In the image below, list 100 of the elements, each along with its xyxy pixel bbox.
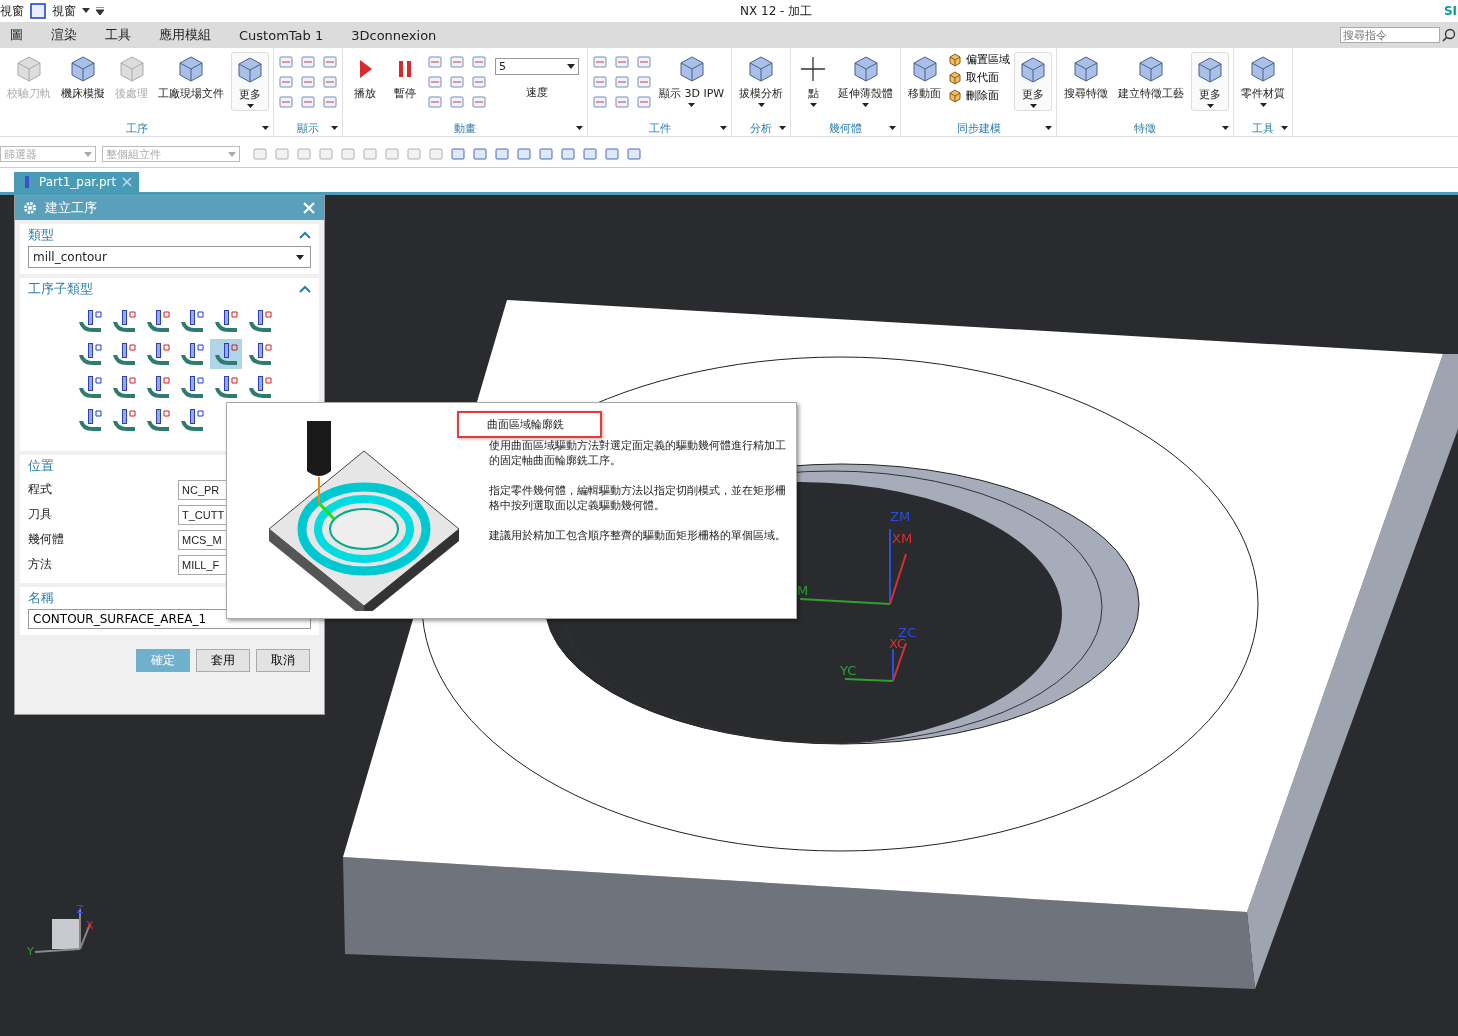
caret-icon[interactable] — [262, 126, 269, 130]
square-icon[interactable] — [636, 74, 652, 90]
square-icon[interactable] — [592, 74, 608, 90]
square-icon[interactable] — [278, 54, 294, 70]
operation-type-icon[interactable] — [210, 339, 242, 369]
menu-tab[interactable]: 圖 — [0, 26, 33, 44]
caret-icon[interactable] — [889, 126, 897, 130]
square-icon[interactable] — [278, 94, 294, 110]
menu-tab[interactable]: CustomTab 1 — [229, 27, 334, 43]
square-icon[interactable] — [450, 146, 466, 162]
ribbon-button[interactable]: 顯示 3D IPW — [656, 52, 728, 109]
ribbon-button[interactable]: 機床模擬 — [58, 52, 108, 103]
square-icon[interactable] — [406, 146, 422, 162]
caret-icon[interactable] — [576, 126, 583, 130]
square-icon[interactable] — [592, 94, 608, 110]
menu-tab[interactable]: 渲染 — [41, 26, 87, 44]
caret-icon[interactable] — [1222, 126, 1230, 130]
square-icon[interactable] — [427, 94, 443, 110]
ribbon-button[interactable]: 零件材質 — [1238, 52, 1289, 109]
cube-icon — [948, 52, 963, 67]
square-icon[interactable] — [592, 54, 608, 70]
square-icon[interactable] — [604, 146, 620, 162]
square-icon[interactable] — [471, 74, 487, 90]
square-icon[interactable] — [449, 54, 465, 70]
dialog-button[interactable]: 套用 — [196, 649, 250, 672]
square-icon[interactable] — [494, 146, 510, 162]
caret-icon[interactable] — [720, 126, 728, 130]
square-icon[interactable] — [614, 54, 630, 70]
axis-label: ZM — [890, 509, 911, 524]
collapse-icon[interactable] — [299, 231, 311, 239]
square-icon[interactable] — [471, 94, 487, 110]
ribbon-button[interactable]: 更多 — [231, 52, 269, 111]
square-icon[interactable] — [300, 94, 316, 110]
caret-icon — [296, 254, 304, 260]
caret-icon[interactable] — [82, 8, 90, 14]
square-icon[interactable] — [427, 54, 443, 70]
square-icon[interactable] — [278, 74, 294, 90]
menu-tab[interactable]: 應用模組 — [149, 26, 221, 44]
ribbon-button[interactable]: 更多 — [1191, 52, 1230, 111]
square-icon[interactable] — [300, 74, 316, 90]
caret-icon[interactable] — [331, 126, 338, 130]
square-icon[interactable] — [274, 146, 290, 162]
ribbon-small-button[interactable]: 偏置區域 — [948, 52, 1011, 67]
square-icon[interactable] — [471, 54, 487, 70]
type-dropdown[interactable]: mill_contour — [28, 246, 311, 268]
square-icon[interactable] — [636, 54, 652, 70]
dialog-button[interactable]: 取消 — [256, 649, 310, 672]
square-icon[interactable] — [449, 74, 465, 90]
ribbon-button[interactable]: 搜尋特徵 — [1061, 52, 1112, 103]
caret-icon[interactable] — [96, 7, 104, 15]
collapse-icon[interactable] — [299, 285, 311, 293]
square-icon[interactable] — [300, 54, 316, 70]
square-icon[interactable] — [614, 94, 630, 110]
caret-icon[interactable] — [1045, 126, 1053, 130]
ribbon-button[interactable]: 工廠現場文件 — [155, 52, 227, 103]
square-icon[interactable] — [538, 146, 554, 162]
square-icon[interactable] — [252, 146, 268, 162]
window-menu[interactable]: 視窗 — [52, 2, 76, 20]
square-icon[interactable] — [296, 146, 312, 162]
square-icon[interactable] — [626, 146, 642, 162]
section-title: 工序子類型 — [28, 280, 93, 298]
square-icon[interactable] — [614, 74, 630, 90]
square-icon[interactable] — [428, 146, 444, 162]
caret-icon[interactable] — [779, 126, 787, 130]
square-icon[interactable] — [322, 74, 338, 90]
menu-tab[interactable]: 3Dconnexion — [341, 27, 447, 43]
square-icon[interactable] — [516, 146, 532, 162]
quick-access-label[interactable]: 視窗 — [0, 2, 24, 20]
ribbon-button[interactable]: 點 — [795, 52, 832, 109]
ribbon-small-button[interactable]: 取代面 — [948, 70, 1011, 85]
square-icon[interactable] — [362, 146, 378, 162]
square-icon[interactable] — [560, 146, 576, 162]
square-icon[interactable] — [322, 54, 338, 70]
ribbon-button[interactable]: 播放 — [347, 52, 383, 103]
speed-dropdown[interactable]: 5 — [495, 58, 579, 75]
search-icon[interactable] — [1442, 28, 1456, 42]
square-icon[interactable] — [472, 146, 488, 162]
menu-tab[interactable]: 工具 — [95, 26, 141, 44]
close-icon[interactable] — [121, 176, 134, 188]
ribbon-button[interactable]: 暫停 — [387, 52, 423, 103]
caret-icon — [567, 64, 575, 69]
ribbon-small-button[interactable]: 刪除面 — [948, 88, 1011, 103]
square-icon[interactable] — [340, 146, 356, 162]
square-icon[interactable] — [384, 146, 400, 162]
ribbon-button[interactable]: 移動面 — [905, 52, 945, 103]
ribbon-group-label: 工序 — [125, 120, 148, 136]
caret-icon[interactable] — [1281, 126, 1289, 130]
search-field[interactable]: 搜尋指令 — [1340, 27, 1440, 43]
square-icon[interactable] — [427, 74, 443, 90]
window-icon[interactable] — [30, 3, 46, 19]
ribbon-button[interactable]: 更多 — [1014, 52, 1053, 111]
close-icon[interactable] — [303, 202, 315, 214]
ribbon-button[interactable]: 建立特徵工藝 — [1115, 52, 1188, 103]
square-icon[interactable] — [322, 94, 338, 110]
ribbon-button[interactable]: 拔模分析 — [736, 52, 787, 109]
square-icon[interactable] — [449, 94, 465, 110]
square-icon[interactable] — [582, 146, 598, 162]
square-icon[interactable] — [636, 94, 652, 110]
square-icon[interactable] — [318, 146, 334, 162]
ribbon-button[interactable]: 延伸薄殼體 — [835, 52, 897, 109]
